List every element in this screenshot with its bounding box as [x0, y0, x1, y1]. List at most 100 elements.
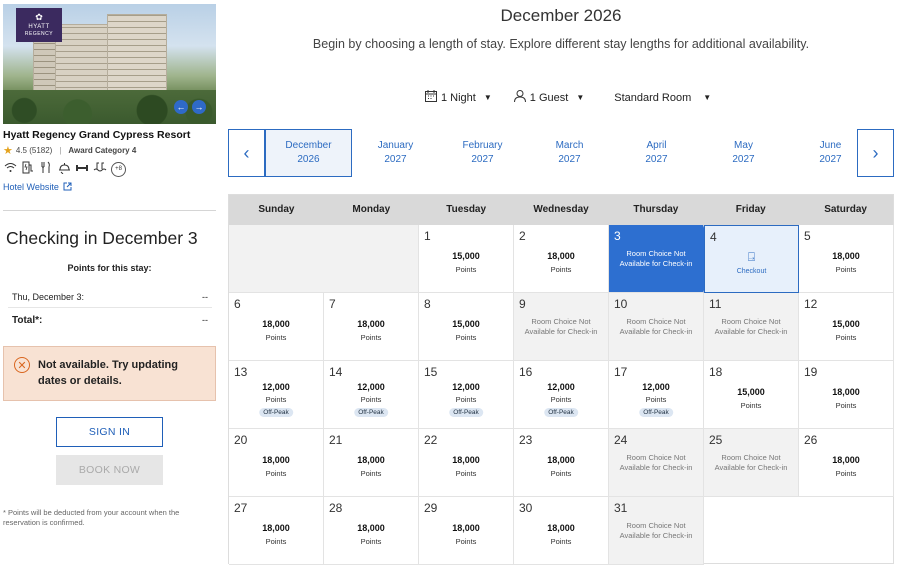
day-number: 31: [614, 501, 628, 515]
calendar-day[interactable]: 17 12,000 Points Off-Peak: [609, 361, 704, 429]
calendar-day[interactable]: 18 15,000 Points: [704, 361, 799, 429]
calendar-day[interactable]: 19 18,000 Points: [799, 361, 894, 429]
hyatt-logo-icon: ✿: [35, 12, 43, 22]
off-peak-badge: Off-Peak: [449, 408, 483, 417]
month-year: 2027: [471, 154, 494, 165]
caret-down-icon: ▼: [483, 93, 492, 102]
day-number: 23: [519, 433, 533, 447]
month-year: 2027: [384, 154, 407, 165]
prev-month-button[interactable]: ‹: [228, 129, 265, 177]
hotel-photo: ✿ HYATT REGENCY ← →: [3, 4, 216, 124]
unavailable-message: Room Choice Not Available for Check-in: [524, 317, 598, 336]
wifi-icon: [3, 162, 17, 176]
day-points: 18,000: [452, 455, 480, 465]
month-tab-january[interactable]: January 2027: [352, 129, 439, 177]
day-number: 28: [329, 501, 343, 515]
day-number: 6: [234, 297, 241, 311]
points-label: Points: [265, 395, 287, 404]
calendar-day[interactable]: 2 18,000 Points: [514, 225, 609, 293]
day-points: 12,000: [262, 382, 290, 392]
calendar-day[interactable]: 5 18,000 Points: [799, 225, 894, 293]
hotel-website-link[interactable]: Hotel Website: [3, 182, 72, 192]
photo-prev-arrow-icon[interactable]: ←: [174, 100, 188, 114]
points-label: Points: [835, 265, 857, 274]
calendar-day[interactable]: 16 12,000 Points Off-Peak: [514, 361, 609, 429]
points-label: Points: [835, 401, 857, 410]
weekday-tuesday: Tuesday: [446, 204, 487, 215]
calendar-day[interactable]: 29 18,000 Points: [419, 497, 514, 565]
book-now-button[interactable]: BOOK NOW: [56, 455, 163, 485]
empty-day-cell: [229, 225, 419, 293]
calendar-day[interactable]: 4 ⍈ Checkout: [704, 225, 799, 293]
calendar-day[interactable]: 22 18,000 Points: [419, 429, 514, 497]
calendar-day[interactable]: 3 Room Choice Not Available for Check-in: [609, 225, 715, 293]
points-label: Points: [645, 395, 667, 404]
calendar-month-title: December 2026: [500, 6, 622, 25]
calendar-day[interactable]: 7 18,000 Points: [324, 293, 419, 361]
month-name: December: [285, 140, 332, 151]
calendar-day[interactable]: 21 18,000 Points: [324, 429, 419, 497]
day-number: 29: [424, 501, 438, 515]
day-number: 13: [234, 365, 248, 379]
month-name: February: [462, 140, 503, 151]
points-label: Points: [550, 395, 572, 404]
fitness-icon: [75, 163, 89, 176]
photo-next-arrow-icon[interactable]: →: [192, 100, 206, 114]
month-name: January: [377, 140, 414, 151]
calendar-day[interactable]: 14 12,000 Points Off-Peak: [324, 361, 419, 429]
points-label: Points: [360, 333, 382, 342]
guests-dropdown[interactable]: 1 Guest ▼: [513, 90, 584, 105]
calendar-day[interactable]: 20 18,000 Points: [229, 429, 324, 497]
more-amenities-badge[interactable]: +8: [111, 161, 126, 177]
unavailable-message: Room Choice Not Available for Check-in: [619, 521, 693, 540]
month-tab-february[interactable]: February 2027: [439, 129, 526, 177]
pool-icon: [93, 162, 107, 176]
day-number: 17: [614, 365, 628, 379]
chevron-right-icon: ›: [872, 142, 879, 163]
month-name: April: [646, 140, 667, 151]
calendar-day[interactable]: 13 12,000 Points Off-Peak: [229, 361, 324, 429]
day-points: 15,000: [737, 387, 765, 397]
day-number: 9: [519, 297, 526, 311]
day-number: 22: [424, 433, 438, 447]
chevron-left-icon: ‹: [243, 142, 250, 163]
day-points: 18,000: [547, 523, 575, 533]
day-points: 18,000: [452, 523, 480, 533]
room-type-dropdown[interactable]: Standard Room ▼: [614, 92, 711, 104]
month-tab-april[interactable]: April 2027: [613, 129, 700, 177]
caret-down-icon: ▼: [703, 93, 712, 102]
next-month-button[interactable]: ›: [857, 129, 894, 177]
day-number: 18: [709, 365, 723, 379]
calendar-day[interactable]: 1 15,000 Points: [419, 225, 514, 293]
unavailable-message: Room Choice Not Available for Check-in: [714, 453, 788, 472]
sign-in-button[interactable]: SIGN IN: [56, 417, 163, 447]
calendar-day[interactable]: 12 15,000 Points: [799, 293, 894, 361]
off-peak-badge: Off-Peak: [259, 408, 293, 417]
nights-dropdown[interactable]: 1 Night ▼: [425, 90, 492, 105]
calendar-day[interactable]: 15 12,000 Points Off-Peak: [419, 361, 514, 429]
points-label: Points: [455, 537, 477, 546]
rating-value[interactable]: 4.5 (5182): [16, 146, 52, 155]
weekday-header: Sunday Monday Tuesday Wednesday Thursday Frid…: [229, 195, 893, 225]
calendar-day[interactable]: 27 18,000 Points: [229, 497, 324, 565]
room-service-icon: [57, 162, 71, 177]
day-number: 10: [614, 297, 628, 311]
stay-night-row: Thu, December 3: --: [12, 292, 208, 302]
day-points: 18,000: [262, 523, 290, 533]
close-circle-icon: ✕: [14, 357, 30, 373]
calendar-day[interactable]: 26 18,000 Points: [799, 429, 894, 497]
calendar-day[interactable]: 30 18,000 Points: [514, 497, 609, 565]
day-number: 24: [614, 433, 628, 447]
calendar-day[interactable]: 28 18,000 Points: [324, 497, 419, 565]
calendar-day[interactable]: 23 18,000 Points: [514, 429, 609, 497]
calendar-day: 24 Room Choice Not Available for Check-in: [609, 429, 704, 497]
points-label: Points: [550, 469, 572, 478]
calendar-day[interactable]: 6 18,000 Points: [229, 293, 324, 361]
restaurant-icon: [39, 161, 53, 177]
month-tab-may[interactable]: May 2027: [700, 129, 787, 177]
month-year: 2027: [558, 154, 581, 165]
off-peak-badge: Off-Peak: [544, 408, 578, 417]
month-tab-march[interactable]: March 2027: [526, 129, 613, 177]
calendar-day[interactable]: 8 15,000 Points: [419, 293, 514, 361]
month-tab-december[interactable]: December 2026: [265, 129, 352, 177]
